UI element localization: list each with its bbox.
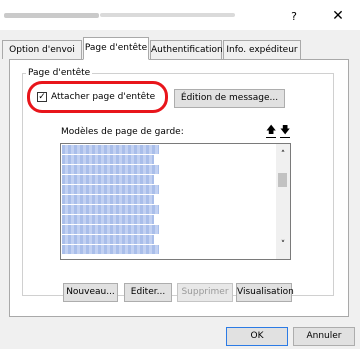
list-item[interactable] [62, 185, 159, 194]
dialog-window: ? ✕ Option d'envoi Page d'entête Authent… [0, 0, 360, 349]
move-up-icon[interactable]: 🡅 [266, 125, 276, 138]
scroll-up-icon[interactable]: ˄ [276, 150, 290, 160]
scroll-down-icon[interactable]: ˅ [276, 240, 290, 250]
title-bar: ? ✕ [0, 0, 360, 30]
new-button[interactable]: Nouveau... [63, 283, 118, 302]
list-item[interactable] [62, 225, 159, 234]
edit-message-button[interactable]: Édition de message... [174, 89, 285, 108]
dialog-client-area: Option d'envoi Page d'entête Authentific… [0, 30, 360, 349]
window-title-redacted-2 [100, 13, 235, 17]
list-item[interactable] [62, 165, 159, 174]
tab-info-expediteur[interactable]: Info. expéditeur [223, 40, 301, 59]
window-title-redacted [4, 13, 99, 18]
tab-page-entete[interactable]: Page d'entête [83, 37, 149, 60]
templates-label: Modèles de page de garde: [61, 127, 184, 137]
cancel-button[interactable]: Annuler [293, 327, 355, 346]
edit-button[interactable]: Editer... [124, 283, 172, 302]
move-down-icon[interactable]: 🡇 [280, 125, 290, 138]
delete-button[interactable]: Supprimer [177, 283, 233, 302]
list-item[interactable] [62, 215, 154, 224]
list-item[interactable] [62, 155, 154, 164]
list-item[interactable] [62, 195, 154, 204]
list-item[interactable] [62, 145, 159, 154]
help-button[interactable]: ? [284, 10, 304, 24]
list-item[interactable] [62, 175, 154, 184]
tab-authentification[interactable]: Authentification [150, 40, 223, 59]
tab-option-envoi[interactable]: Option d'envoi [2, 40, 82, 59]
list-item[interactable] [62, 235, 154, 244]
list-item[interactable] [62, 205, 159, 214]
scroll-thumb[interactable] [278, 173, 287, 187]
list-scrollbar[interactable]: ˄ ˅ [276, 144, 290, 259]
close-button[interactable]: ✕ [328, 8, 348, 24]
ok-button[interactable]: OK [226, 327, 288, 346]
templates-listbox[interactable]: ˄ ˅ [60, 143, 291, 260]
preview-button[interactable]: Visualisation [236, 283, 294, 302]
list-item[interactable] [62, 245, 159, 254]
highlight-ring [27, 81, 168, 113]
tab-panel-page-entete: Page d'entête ✓ Attacher page d'entête É… [9, 59, 349, 317]
group-legend: Page d'entête [28, 68, 91, 78]
